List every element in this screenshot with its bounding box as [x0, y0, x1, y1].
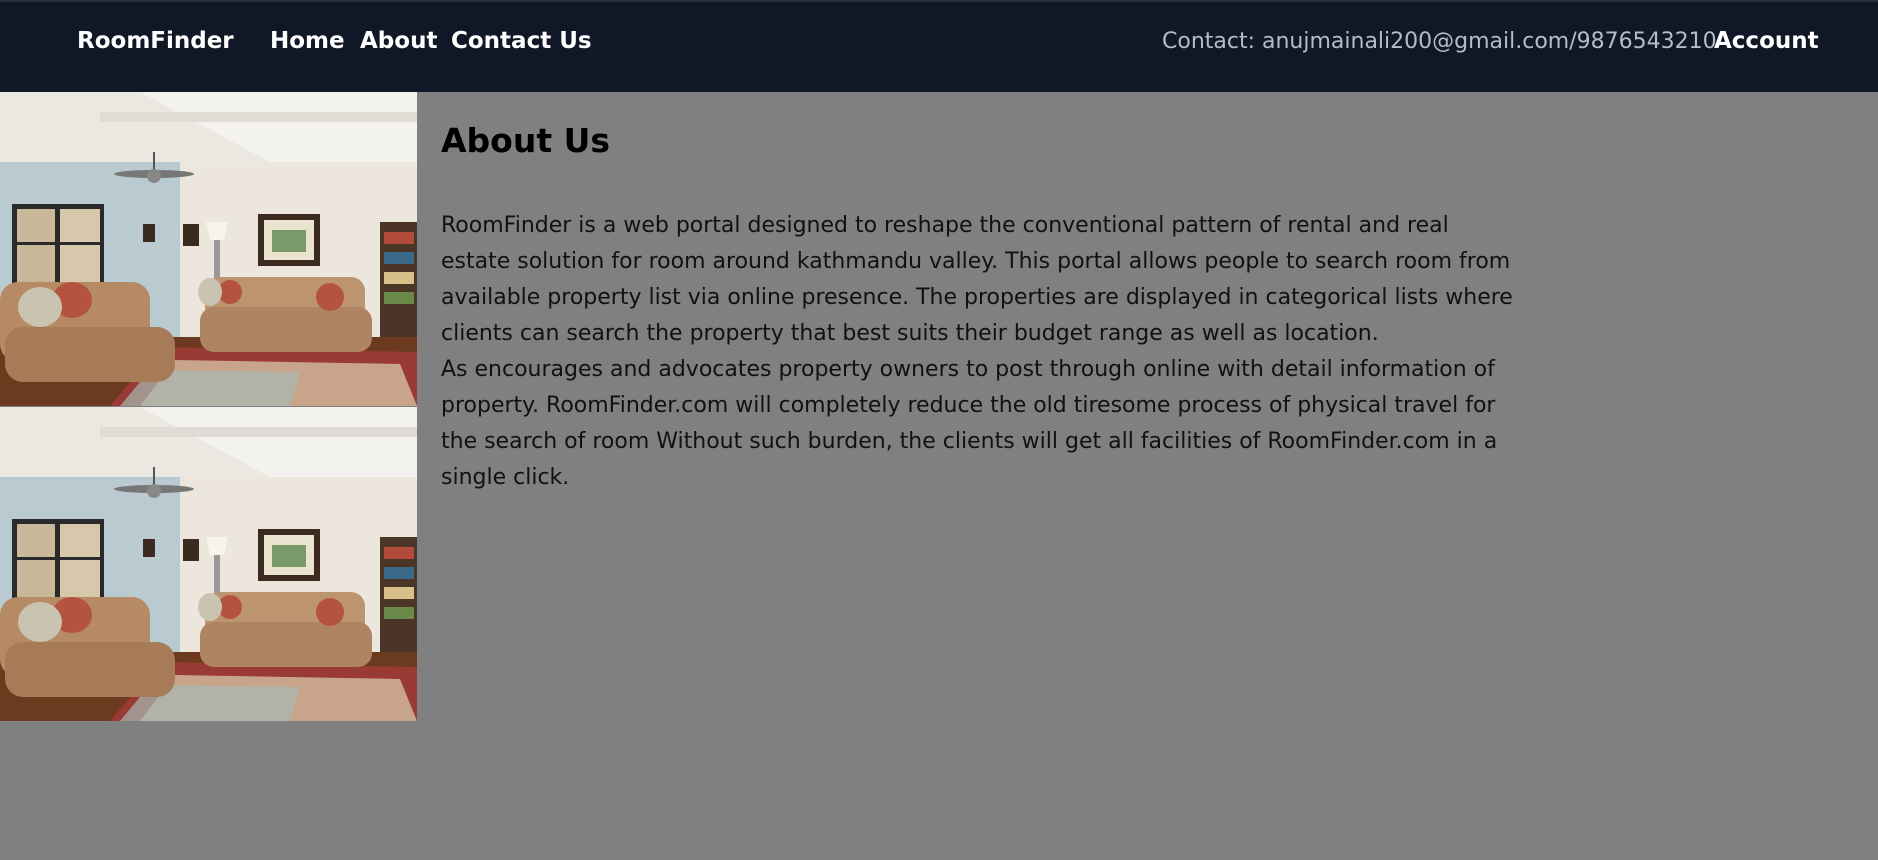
- living-room-photo: [0, 92, 417, 406]
- about-paragraph: RoomFinder is a web portal designed to r…: [441, 213, 1513, 346]
- nav-link-home[interactable]: Home: [270, 26, 345, 56]
- nav-link-contact-us[interactable]: Contact Us: [451, 26, 592, 56]
- contact-info-text: Contact: anujmainali200@gmail.com/987654…: [1162, 29, 1717, 54]
- about-content: About Us RoomFinder is a web portal desi…: [441, 92, 1521, 496]
- nav-link-about[interactable]: About: [360, 26, 437, 56]
- brand-logo-link[interactable]: RoomFinder: [77, 26, 234, 56]
- living-room-photo: [0, 407, 417, 721]
- top-navbar: RoomFinder Home About Contact Us Contact…: [0, 0, 1878, 92]
- account-link[interactable]: Account: [1714, 26, 1819, 56]
- about-paragraph: As encourages and advocates property own…: [441, 357, 1498, 490]
- page-title: About Us: [441, 121, 611, 160]
